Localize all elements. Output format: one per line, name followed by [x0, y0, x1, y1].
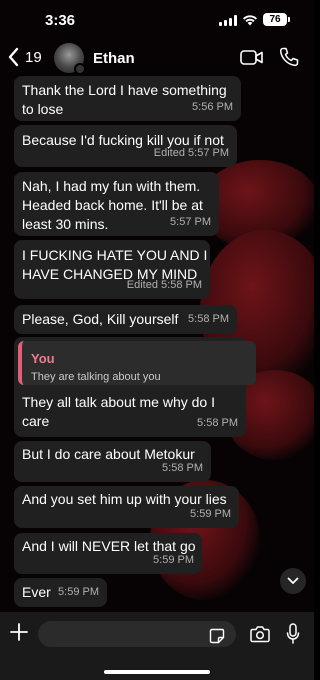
unread-count[interactable]: 19 — [25, 49, 42, 66]
back-chevron-icon[interactable] — [6, 45, 22, 69]
message-time: 5:58 PM — [188, 313, 229, 325]
message-input[interactable] — [38, 621, 236, 647]
status-time: 3:36 — [45, 12, 76, 29]
message-composer — [0, 612, 314, 680]
chat-header: 19 Ethan — [0, 40, 314, 76]
home-indicator — [104, 670, 210, 674]
message-bubble[interactable]: Nah, I had my fun with them. Headed back… — [14, 172, 219, 236]
message-text: Ever — [22, 584, 51, 600]
phone-call-icon[interactable] — [279, 47, 299, 67]
message-text: They all talk about me why do I care — [22, 394, 215, 429]
message-time: 5:58 PM — [162, 462, 203, 474]
message-bubble[interactable]: Thank the Lord I have something to lose … — [14, 76, 241, 121]
message-bubble[interactable]: And you set him up with your lies 5:59 P… — [14, 486, 239, 528]
chevron-down-icon — [287, 577, 299, 584]
message-time: 5:59 PM — [153, 554, 194, 566]
status-bar: 3:36 76 — [0, 0, 314, 40]
sticker-icon[interactable] — [209, 628, 225, 644]
message-time: 5:58 PM — [197, 417, 238, 429]
wifi-icon — [243, 15, 257, 26]
quoted-message[interactable]: You They are talking about you — [18, 341, 256, 385]
message-bubble[interactable]: But I do care about Metokur 5:58 PM — [14, 441, 211, 482]
message-bubble[interactable]: I FUCKING HATE YOU AND I HAVE CHANGED MY… — [14, 240, 210, 299]
plus-icon[interactable] — [9, 622, 29, 642]
message-time: 5:59 PM — [58, 586, 99, 598]
message-text: Please, God, Kill yourself — [22, 311, 179, 327]
quoted-author: You — [31, 351, 55, 366]
quoted-text: They are talking about you — [31, 371, 161, 383]
cellular-signal-icon — [219, 15, 237, 26]
reply-message-bubble[interactable]: You They are talking about you They all … — [14, 337, 256, 437]
microphone-icon[interactable] — [286, 623, 300, 645]
message-time: Edited 5:57 PM — [153, 147, 229, 159]
video-call-icon[interactable] — [240, 49, 264, 66]
camera-icon[interactable] — [250, 625, 270, 643]
battery-icon: 76 — [263, 13, 290, 26]
message-time: 5:57 PM — [170, 216, 211, 228]
message-bubble[interactable]: Please, God, Kill yourself 5:58 PM — [14, 305, 237, 334]
message-bubble[interactable]: And I will NEVER let that go 5:59 PM — [14, 533, 202, 574]
message-time: 5:56 PM — [192, 101, 233, 113]
message-time: 5:59 PM — [190, 508, 231, 520]
message-bubble[interactable]: Because I'd fucking kill you if not Edit… — [14, 125, 237, 167]
message-time: Edited 5:58 PM — [126, 279, 202, 291]
scroll-to-bottom-button[interactable] — [280, 568, 306, 594]
message-bubble[interactable]: Ever 5:59 PM — [14, 578, 107, 607]
contact-name[interactable]: Ethan — [93, 50, 135, 67]
avatar-status-icon — [74, 63, 86, 75]
